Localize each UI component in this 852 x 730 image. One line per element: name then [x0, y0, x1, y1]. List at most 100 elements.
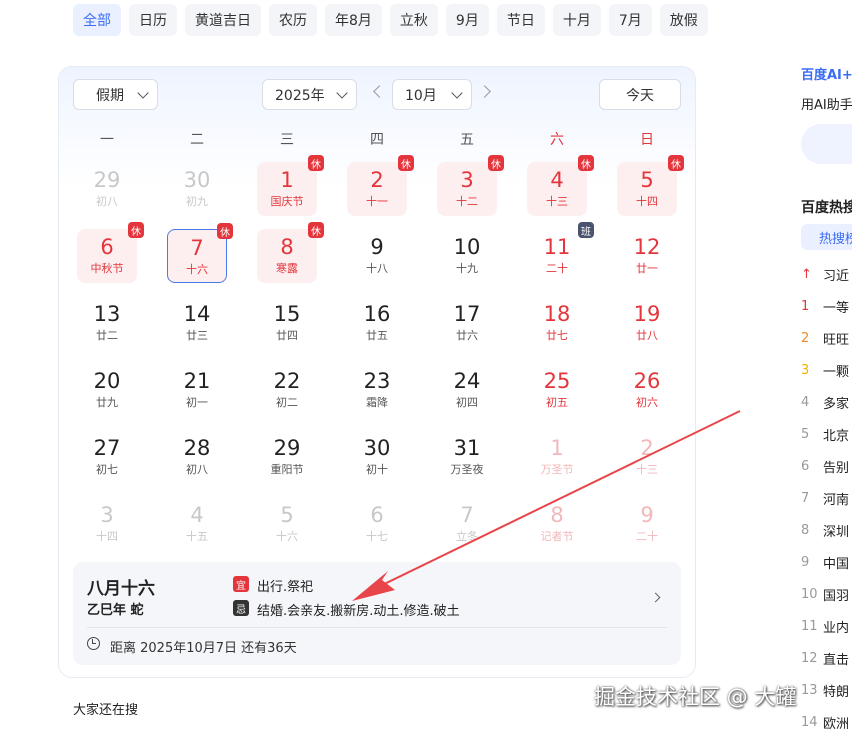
- hot-search-item[interactable]: 5 北京: [801, 424, 849, 444]
- filter-tab[interactable]: 节日: [496, 4, 545, 36]
- calendar-day-cell[interactable]: 31 万圣夜: [437, 430, 497, 484]
- hot-search-item[interactable]: 2 旺旺: [801, 328, 849, 348]
- weekday-label: 五: [460, 132, 474, 148]
- calendar-day-cell[interactable]: 4 十三 休: [527, 155, 594, 216]
- holiday-select[interactable]: 假期: [73, 79, 158, 110]
- filter-tab[interactable]: 9月: [445, 4, 489, 36]
- weekday-label: 三: [280, 132, 294, 148]
- calendar-day-cell[interactable]: 9 十八: [347, 229, 407, 283]
- calendar-day-cell[interactable]: 22 初二: [257, 363, 317, 417]
- lunar-label: 立冬: [456, 530, 478, 543]
- filter-tab[interactable]: 日历: [129, 4, 177, 36]
- ji-text: 结婚.会亲友.搬新房.动土.修造.破土: [257, 604, 460, 619]
- calendar-day-cell[interactable]: 17 廿六: [437, 296, 497, 350]
- calendar-day-cell[interactable]: 4 十五: [167, 497, 227, 551]
- calendar-day-cell[interactable]: 15 廿四: [257, 296, 317, 350]
- calendar-day-cell[interactable]: 25 初五: [527, 363, 587, 417]
- lunar-label: 十三: [546, 195, 568, 208]
- clock-icon: [87, 637, 100, 650]
- calendar-day-cell[interactable]: 30 初九: [167, 162, 227, 216]
- calendar-day-cell[interactable]: 27 初七: [77, 430, 137, 484]
- lunar-label: 二十: [636, 530, 658, 543]
- ganzhi-year: 乙巳年 蛇: [87, 603, 144, 618]
- calendar-day-cell[interactable]: 7 立冬: [437, 497, 497, 551]
- year-select[interactable]: 2025年: [262, 79, 357, 110]
- calendar-day-cell[interactable]: 20 廿九: [77, 363, 137, 417]
- day-number: 19: [633, 302, 661, 326]
- calendar-day-cell[interactable]: 6 中秋节 休: [77, 222, 144, 283]
- calendar-day-cell[interactable]: 2 十一 休: [347, 155, 414, 216]
- day-number: 26: [633, 369, 661, 393]
- calendar-day-cell[interactable]: 21 初一: [167, 363, 227, 417]
- calendar-day-cell[interactable]: 3 十四: [77, 497, 137, 551]
- calendar-day-cell[interactable]: 28 初八: [167, 430, 227, 484]
- lunar-label: 十七: [366, 530, 388, 543]
- ai-input[interactable]: [801, 124, 852, 164]
- filter-tab[interactable]: 十月: [552, 4, 601, 36]
- hot-search-item[interactable]: 3 一颗: [801, 360, 849, 380]
- filter-tab[interactable]: 黄道吉日: [185, 4, 261, 36]
- weekday-label: 一: [100, 132, 114, 148]
- filter-tab[interactable]: 全部: [73, 4, 121, 36]
- hot-rank: 9: [801, 554, 810, 570]
- calendar-day-cell[interactable]: 29 初八: [77, 162, 137, 216]
- calendar-day-cell[interactable]: 16 廿五: [347, 296, 407, 350]
- filter-tab[interactable]: 立秋: [389, 4, 438, 36]
- ai-brand-logo[interactable]: 百度AI+: [801, 64, 852, 83]
- chevron-right-icon[interactable]: [650, 592, 661, 603]
- month-select[interactable]: 10月: [392, 79, 472, 110]
- calendar-day-cell[interactable]: 1 国庆节 休: [257, 155, 324, 216]
- hot-search-item[interactable]: 7 河南: [801, 488, 849, 508]
- hot-search-item[interactable]: 6 告别: [801, 456, 849, 476]
- day-info-panel[interactable]: 八月十六 乙巳年 蛇 宜 出行.祭祀 忌 结婚.会亲友.搬新房.动土.修造.破土…: [73, 562, 681, 665]
- lunar-label: 二十: [546, 262, 568, 275]
- calendar-day-cell[interactable]: 3 十二 休: [437, 155, 504, 216]
- calendar-day-cell[interactable]: 14 廿三: [167, 296, 227, 350]
- filter-tab[interactable]: 放假: [659, 4, 708, 36]
- hot-search-item[interactable]: ↑ 习近: [801, 264, 849, 284]
- hot-search-tab[interactable]: 热搜榜: [801, 224, 852, 250]
- hot-search-item[interactable]: 9 中国: [801, 552, 849, 572]
- hot-search-item[interactable]: 4 多家: [801, 392, 849, 412]
- calendar-day-cell[interactable]: 24 初四: [437, 363, 497, 417]
- hot-search-item[interactable]: 10 国羽: [801, 584, 849, 604]
- hot-search-item[interactable]: 13 特朗: [801, 680, 849, 700]
- calendar-day-cell[interactable]: 19 廿八: [617, 296, 677, 350]
- day-number: 22: [273, 369, 301, 393]
- calendar-day-cell[interactable]: 8 记者节: [527, 497, 587, 551]
- calendar-day-cell[interactable]: 6 十七: [347, 497, 407, 551]
- hot-search-item[interactable]: 12 直击: [801, 648, 849, 668]
- hot-search-item[interactable]: 11 业内: [801, 616, 849, 636]
- hot-search-item[interactable]: 8 深圳: [801, 520, 849, 540]
- calendar-day-cell[interactable]: 12 廿一: [617, 229, 677, 283]
- lunar-label: 廿四: [276, 329, 298, 342]
- calendar-day-cell[interactable]: 1 万圣节: [527, 430, 587, 484]
- hot-search-item[interactable]: 14 欧洲: [801, 712, 849, 730]
- calendar-day-cell[interactable]: 10 十九: [437, 229, 497, 283]
- hot-search-title: 百度热搜: [801, 200, 852, 216]
- filter-tab[interactable]: 7月: [608, 4, 652, 36]
- holiday-badge: 休: [668, 155, 684, 171]
- calendar-day-cell[interactable]: 7 十六 休: [167, 223, 233, 283]
- calendar-day-cell[interactable]: 11 二十 班: [527, 222, 594, 283]
- calendar-day-cell[interactable]: 5 十四 休: [617, 155, 684, 216]
- calendar-day-cell[interactable]: 18 廿七: [527, 296, 587, 350]
- calendar-day-cell[interactable]: 2 十三: [617, 430, 677, 484]
- today-button[interactable]: 今天: [599, 79, 681, 110]
- calendar-day-cell[interactable]: 30 初十: [347, 430, 407, 484]
- filter-tab[interactable]: 年8月: [325, 4, 382, 36]
- calendar-day-cell[interactable]: 26 初六: [617, 363, 677, 417]
- calendar-day-cell[interactable]: 29 重阳节: [257, 430, 317, 484]
- calendar-day-cell[interactable]: 5 十六: [257, 497, 317, 551]
- calendar-day-cell[interactable]: 23 霜降: [347, 363, 407, 417]
- filter-tab[interactable]: 农历: [269, 4, 317, 36]
- day-number: 4: [190, 503, 204, 527]
- holiday-badge: 休: [217, 223, 233, 239]
- month-select-label: 10月: [405, 87, 437, 104]
- hot-search-item[interactable]: 1 一等: [801, 296, 849, 316]
- day-number: 6: [100, 235, 114, 259]
- calendar-day-cell[interactable]: 8 寒露 休: [257, 222, 324, 283]
- lunar-label: 初十: [366, 463, 388, 476]
- calendar-day-cell[interactable]: 9 二十: [617, 497, 677, 551]
- calendar-day-cell[interactable]: 13 廿二: [77, 296, 137, 350]
